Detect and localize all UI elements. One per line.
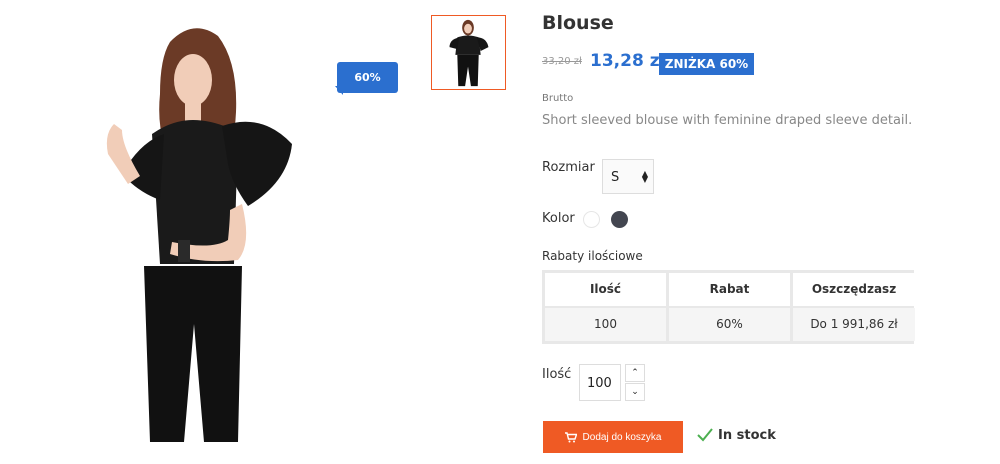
chevron-down-icon: ⌄	[631, 387, 639, 397]
quantity-label: Ilość	[542, 367, 572, 382]
table-header-savings: Oszczędzasz	[793, 273, 915, 306]
product-title: Blouse	[542, 12, 614, 34]
discount-flag-tail	[335, 86, 343, 95]
stock-status: In stock	[718, 428, 776, 443]
product-main-image[interactable]	[52, 14, 334, 442]
add-to-cart-label: Dodaj do koszyka	[582, 431, 662, 443]
discount-badge: ZNIŻKA 60%	[659, 53, 754, 75]
table-header-discount: Rabat	[669, 273, 790, 306]
size-label: Rozmiar	[542, 160, 595, 175]
cart-icon	[564, 431, 577, 443]
product-thumbnail[interactable]	[431, 15, 506, 90]
color-swatch-dark[interactable]	[611, 211, 628, 228]
color-swatch-white[interactable]	[583, 211, 600, 228]
old-price: 33,20 zł	[542, 56, 582, 67]
current-price: 13,28 zł	[590, 51, 666, 71]
volume-discounts-title: Rabaty ilościowe	[542, 249, 643, 263]
tax-label: Brutto	[542, 93, 574, 104]
volume-discounts-table: Ilość Rabat Oszczędzasz 100 60% Do 1 991…	[542, 270, 915, 344]
short-description: Short sleeved blouse with feminine drape…	[542, 113, 913, 128]
color-label: Kolor	[542, 211, 575, 226]
quantity-decrease-button[interactable]: ⌄	[625, 383, 645, 401]
table-cell-savings: Do 1 991,86 zł	[793, 308, 915, 341]
quantity-increase-button[interactable]: ⌃	[625, 364, 645, 382]
size-selected-value: S	[611, 170, 620, 185]
size-select[interactable]: S ▲ ▼	[602, 159, 654, 194]
select-arrows-icon: ▲ ▼	[641, 169, 648, 184]
table-cell-quantity: 100	[545, 308, 666, 341]
model-image-icon	[52, 14, 334, 442]
check-icon	[697, 427, 713, 446]
model-thumbnail-icon	[432, 16, 505, 89]
table-cell-discount: 60%	[669, 308, 790, 341]
add-to-cart-button[interactable]: Dodaj do koszyka	[543, 421, 683, 453]
table-header-quantity: Ilość	[545, 273, 666, 306]
discount-flag: 60%	[337, 62, 398, 93]
chevron-up-icon: ⌃	[631, 368, 639, 378]
quantity-input[interactable]: 100	[579, 364, 621, 401]
